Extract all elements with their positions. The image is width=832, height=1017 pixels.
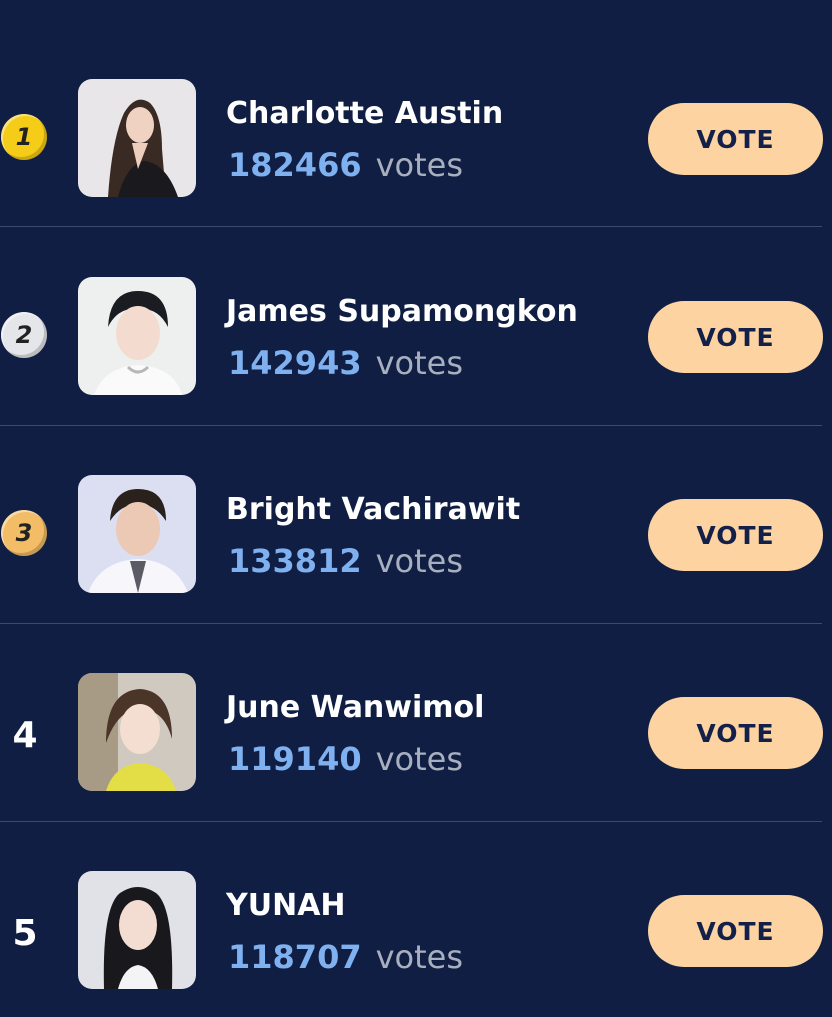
leaderboard-row: 1 Charlotte Austin 182466 votes VOTE [0,28,823,227]
votes-label: votes [375,146,464,184]
contestant-name: James Supamongkon [226,294,578,329]
vote-button[interactable]: VOTE [648,697,823,769]
contestant-name: YUNAH [226,888,346,923]
vote-count: 182466 [228,146,362,184]
avatar[interactable] [78,79,196,197]
contestant-name: June Wanwimol [226,690,485,725]
avatar-photo-icon [78,673,196,791]
avatar[interactable] [78,673,196,791]
vote-count-line: 133812 votes [228,542,463,580]
avatar[interactable] [78,871,196,989]
leaderboard-row: 3 Bright Vachirawit 133812 votes VOTE [0,425,823,624]
contestant-name: Bright Vachirawit [226,492,521,527]
rank-number: 5 [12,913,38,954]
vote-button[interactable]: VOTE [648,499,823,571]
vote-count-line: 118707 votes [228,938,463,976]
rank-badge-gold: 1 [1,114,47,160]
votes-label: votes [375,938,464,976]
vote-button[interactable]: VOTE [648,103,823,175]
votes-label: votes [375,344,464,382]
avatar-photo-icon [78,475,196,593]
votes-label: votes [375,740,464,778]
vote-count: 133812 [228,542,362,580]
leaderboard-row: 5 YUNAH 118707 votes VOTE [0,821,823,1017]
vote-button[interactable]: VOTE [648,895,823,967]
votes-label: votes [375,542,464,580]
rank-badge-bronze: 3 [1,510,47,556]
vote-count: 142943 [228,344,362,382]
vote-count-line: 142943 votes [228,344,463,382]
vote-count-line: 119140 votes [228,740,463,778]
avatar[interactable] [78,475,196,593]
avatar-photo-icon [78,277,196,395]
avatar[interactable] [78,277,196,395]
vote-count: 118707 [228,938,362,976]
leaderboard-row: 4 June Wanwimol 119140 votes VOTE [0,623,823,822]
vote-count-line: 182466 votes [228,146,463,184]
leaderboard-list: 1 Charlotte Austin 182466 votes VOTE 2 J… [0,0,832,1017]
vote-count: 119140 [228,740,362,778]
vote-button[interactable]: VOTE [648,301,823,373]
avatar-photo-icon [78,79,196,197]
contestant-name: Charlotte Austin [226,96,504,131]
rank-badge-silver: 2 [1,312,47,358]
avatar-photo-icon [78,871,196,989]
leaderboard-row: 2 James Supamongkon 142943 votes VOTE [0,227,823,426]
rank-number: 4 [12,715,38,756]
